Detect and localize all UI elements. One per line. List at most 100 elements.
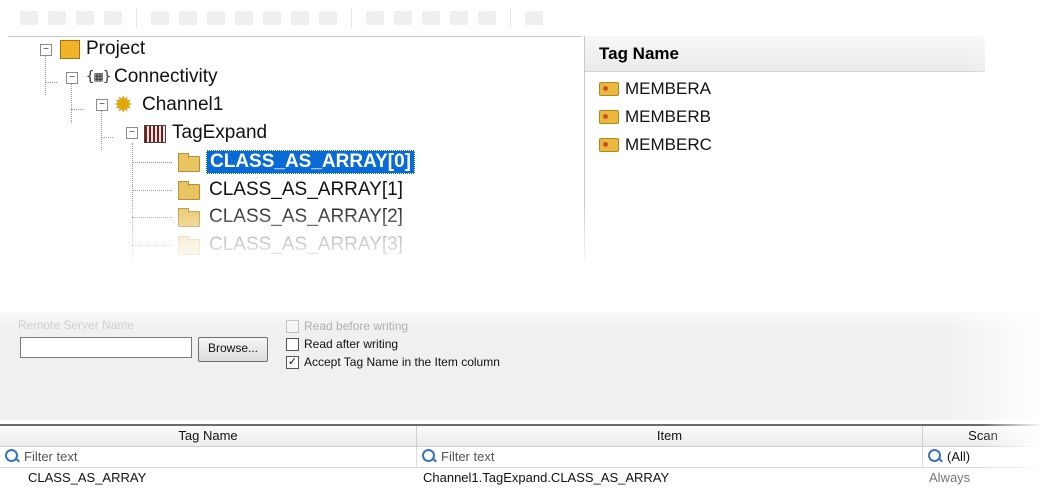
tag-icon — [599, 138, 619, 152]
toolbar-button[interactable] — [525, 11, 543, 25]
folder-icon — [178, 181, 200, 200]
tree-node-label: Connectivity — [114, 66, 218, 87]
settings-fade — [0, 300, 1043, 330]
collapse-icon[interactable]: − — [126, 127, 138, 139]
tree-connector — [71, 83, 72, 123]
toolbar-button[interactable] — [235, 11, 253, 25]
toolbar-button[interactable] — [263, 11, 281, 25]
tag-row[interactable]: MEMBERA — [599, 76, 711, 102]
read-before-writing-label: Read before writing — [304, 319, 409, 333]
collapse-icon[interactable]: − — [66, 72, 78, 84]
toolbar-button[interactable] — [366, 11, 384, 25]
toolbar-button[interactable] — [179, 11, 197, 25]
tag-row[interactable]: MEMBERB — [599, 104, 711, 130]
accept-tag-name-label: Accept Tag Name in the Item column — [304, 355, 500, 369]
project-tree: − − − − Project {▦} Connectivity ✹ Chann… — [8, 36, 582, 262]
tree-node-label: TagExpand — [172, 122, 268, 143]
tag-label: MEMBERB — [625, 107, 711, 126]
toolbar-button[interactable] — [319, 11, 337, 25]
toolbar-button[interactable] — [20, 11, 38, 25]
checkbox-checked-icon[interactable]: ✓ — [286, 355, 299, 369]
connectivity-icon: {▦} — [86, 69, 112, 85]
scan-filter-value: (All) — [947, 449, 971, 464]
settings-fade — [940, 300, 1043, 425]
checkbox-icon[interactable] — [286, 337, 299, 351]
tree-node-label: Channel1 — [142, 94, 224, 115]
grid-header-item[interactable]: Item — [417, 426, 923, 447]
collapse-icon[interactable]: − — [40, 44, 52, 56]
search-icon — [928, 449, 941, 462]
toolbar-separator — [136, 8, 137, 28]
folder-icon — [178, 208, 200, 227]
tree-connector — [132, 190, 172, 191]
toolbar-button[interactable] — [151, 11, 169, 25]
toolbar-button[interactable] — [422, 11, 440, 25]
search-icon — [422, 449, 435, 462]
tree-connector — [101, 137, 113, 138]
tag-grid: Tag Name Item Scan Filter text Filter te… — [0, 424, 1043, 500]
project-icon — [60, 39, 80, 59]
tag-icon — [599, 82, 619, 96]
remote-server-label: Remote Server Name — [18, 318, 135, 332]
read-before-writing-option[interactable]: Read before writing — [286, 318, 408, 334]
toolbar — [20, 4, 760, 32]
tree-node-connectivity[interactable]: {▦} Connectivity — [86, 64, 218, 90]
toolbar-button[interactable] — [478, 11, 496, 25]
toolbar-button[interactable] — [207, 11, 225, 25]
toolbar-button[interactable] — [450, 11, 468, 25]
tag-name-filter[interactable]: Filter text — [0, 447, 417, 468]
tree-connector — [101, 110, 102, 150]
toolbar-button[interactable] — [76, 11, 94, 25]
collapse-icon[interactable]: − — [96, 99, 108, 111]
tree-connector — [132, 162, 172, 163]
tag-label: MEMBERA — [625, 79, 711, 98]
search-icon — [5, 449, 18, 462]
read-after-writing-option[interactable]: Read after writing — [286, 336, 398, 352]
folder-icon — [178, 153, 200, 172]
toolbar-button[interactable] — [291, 11, 309, 25]
accept-tag-name-option[interactable]: ✓ Accept Tag Name in the Item column — [286, 354, 500, 370]
tree-node-label: Project — [86, 38, 146, 59]
tree-connector — [45, 82, 57, 83]
tree-connector — [45, 55, 46, 95]
item-filter[interactable]: Filter text — [417, 447, 923, 468]
toolbar-button[interactable] — [48, 11, 66, 25]
toolbar-separator — [510, 8, 511, 28]
tree-item-label-selected: CLASS_AS_ARRAY[0] — [206, 150, 415, 174]
toolbar-button[interactable] — [104, 11, 122, 25]
grid-header-tag-name[interactable]: Tag Name — [0, 426, 417, 447]
tree-item[interactable]: CLASS_AS_ARRAY[1] — [178, 177, 403, 203]
tree-node-channel[interactable]: ✹ Channel1 — [114, 92, 223, 118]
tree-item[interactable]: CLASS_AS_ARRAY[2] — [178, 204, 403, 230]
filter-placeholder: Filter text — [441, 449, 495, 464]
tag-label: MEMBERC — [625, 135, 712, 154]
tag-row[interactable]: MEMBERC — [599, 132, 712, 158]
tree-connector — [132, 217, 172, 218]
tag-list-panel: Tag Name MEMBERA MEMBERB MEMBERC — [584, 36, 1043, 261]
tree-connector — [132, 245, 172, 246]
tree-item-label: CLASS_AS_ARRAY[3] — [209, 234, 403, 255]
tree-node-project[interactable]: Project — [60, 37, 146, 62]
folder-icon — [178, 236, 200, 255]
toolbar-button[interactable] — [394, 11, 412, 25]
read-after-writing-label: Read after writing — [304, 337, 399, 351]
grid-cell-item[interactable]: Channel1.TagExpand.CLASS_AS_ARRAY — [423, 468, 922, 488]
tree-item[interactable]: CLASS_AS_ARRAY[0] — [178, 149, 415, 175]
tag-icon — [599, 110, 619, 124]
grid-fade — [980, 424, 1043, 498]
channel-gear-icon: ✹ — [114, 92, 133, 117]
tag-name-column-header[interactable]: Tag Name — [585, 36, 985, 72]
checkbox-icon[interactable] — [286, 319, 299, 333]
tree-connector — [71, 109, 83, 110]
tree-item[interactable]: CLASS_AS_ARRAY[3] — [178, 232, 403, 258]
device-icon — [144, 125, 166, 143]
grid-cell-tag[interactable]: CLASS_AS_ARRAY — [28, 468, 416, 488]
tree-item-label: CLASS_AS_ARRAY[2] — [209, 206, 403, 227]
browse-button[interactable]: Browse... — [198, 337, 268, 362]
edge-fade — [965, 36, 1043, 261]
tree-item-label: CLASS_AS_ARRAY[1] — [209, 179, 403, 200]
tree-node-device[interactable]: TagExpand — [144, 120, 267, 146]
remote-server-input[interactable] — [20, 337, 192, 358]
filter-placeholder: Filter text — [24, 449, 78, 464]
toolbar-separator — [351, 8, 352, 28]
